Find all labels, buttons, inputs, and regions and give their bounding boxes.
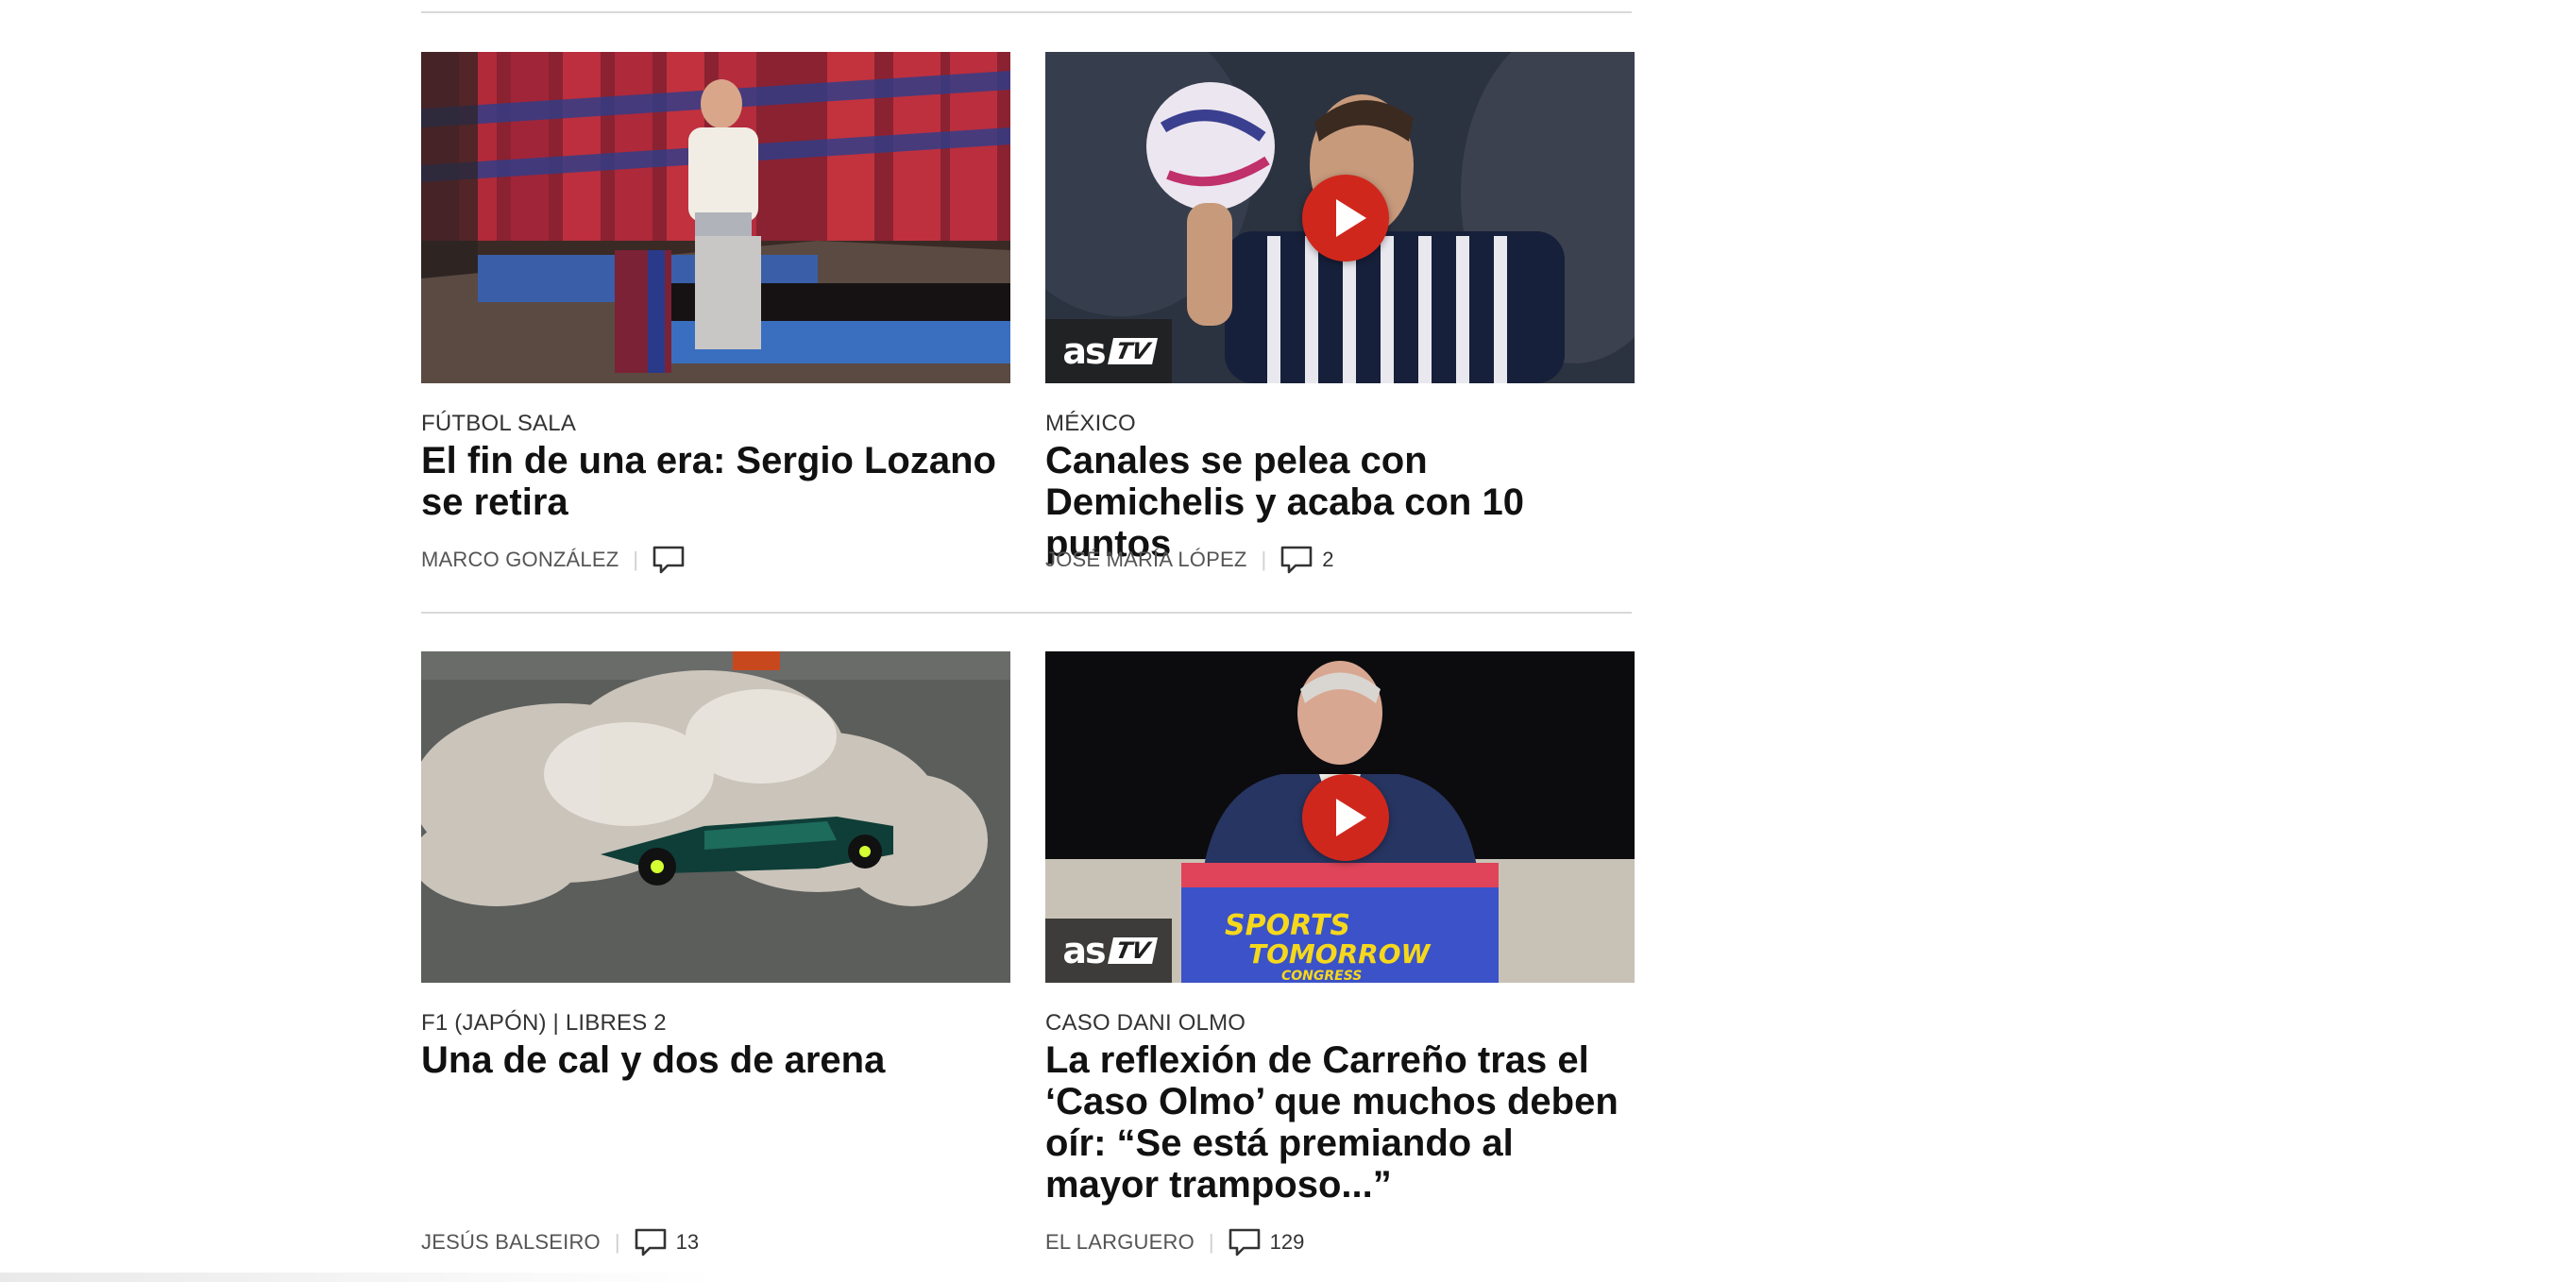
article-image-sergio-lozano[interactable]	[421, 52, 1010, 383]
meta-separator: |	[1261, 548, 1267, 571]
article-author[interactable]: EL LARGUERO	[1045, 1230, 1195, 1255]
congress-banner-line2: TOMORROW	[1248, 938, 1431, 970]
section-divider-middle	[421, 612, 1632, 614]
article-kicker[interactable]: FÚTBOL SALA	[421, 411, 1010, 436]
play-icon[interactable]	[1302, 175, 1389, 261]
congress-banner-line1: SPORTS	[1225, 909, 1350, 942]
as-tv-logo-tv: TV	[1107, 936, 1158, 965]
comment-bubble-icon	[652, 546, 685, 574]
comment-count: 2	[1322, 548, 1334, 571]
article-video-canales[interactable]: as TV	[1045, 52, 1635, 383]
comments-link[interactable]: 129	[1229, 1228, 1305, 1257]
comments-link[interactable]	[652, 546, 694, 574]
article-author[interactable]: MARCO GONZÁLEZ	[421, 548, 619, 572]
as-tv-logo-tv: TV	[1107, 337, 1158, 365]
article-kicker[interactable]: CASO DANI OLMO	[1045, 1010, 1635, 1036]
congress-banner-line3: CONGRESS	[1281, 969, 1362, 983]
article-card-caso-olmo: SPORTS TOMORROW CONGRESS as TV CASO DANI…	[1045, 651, 1635, 1257]
meta-separator: |	[633, 548, 639, 571]
comments-link[interactable]: 13	[635, 1228, 699, 1257]
article-card-sergio-lozano: FÚTBOL SALA El fin de una era: Sergio Lo…	[421, 52, 1010, 574]
article-headline[interactable]: Una de cal y dos de arena	[421, 1039, 1010, 1081]
article-meta: EL LARGUERO | 129	[1045, 1228, 1304, 1257]
comment-bubble-icon	[1280, 546, 1313, 574]
comment-bubble-icon	[635, 1228, 666, 1257]
article-video-caso-olmo[interactable]: SPORTS TOMORROW CONGRESS as TV	[1045, 651, 1635, 983]
article-card-f1-japon: F1 (JAPÓN) | LIBRES 2 Una de cal y dos d…	[421, 651, 1010, 1257]
article-author[interactable]: JESÚS BALSEIRO	[421, 1230, 601, 1255]
article-image-f1-japon[interactable]	[421, 651, 1010, 983]
as-tv-logo: as TV	[1045, 319, 1172, 383]
article-kicker[interactable]: MÉXICO	[1045, 411, 1635, 436]
meta-separator: |	[614, 1230, 620, 1254]
section-divider-top	[421, 11, 1632, 13]
play-icon[interactable]	[1302, 774, 1389, 861]
comment-count: 129	[1269, 1230, 1305, 1254]
article-author[interactable]: JOSÉ MARÍA LÓPEZ	[1045, 548, 1246, 572]
article-headline[interactable]: La reflexión de Carreño tras el ‘Caso Ol…	[1045, 1039, 1635, 1206]
bottom-edge-shadow	[0, 1273, 718, 1282]
comments-link[interactable]: 2	[1280, 546, 1333, 574]
article-meta: MARCO GONZÁLEZ |	[421, 546, 694, 574]
locker-room-photo	[421, 52, 1010, 383]
as-tv-logo-as: as	[1062, 930, 1106, 971]
article-meta: JOSÉ MARÍA LÓPEZ | 2	[1045, 546, 1333, 574]
article-headline[interactable]: El fin de una era: Sergio Lozano se reti…	[421, 440, 1010, 523]
f1-car-dust-photo	[421, 651, 1010, 983]
as-tv-logo: as TV	[1045, 919, 1172, 983]
as-tv-logo-as: as	[1062, 330, 1106, 372]
article-meta: JESÚS BALSEIRO | 13	[421, 1228, 699, 1257]
meta-separator: |	[1208, 1230, 1214, 1254]
comment-bubble-icon	[1229, 1228, 1260, 1257]
article-card-canales: as TV MÉXICO Canales se pelea con Demich…	[1045, 52, 1635, 574]
article-kicker[interactable]: F1 (JAPÓN) | LIBRES 2	[421, 1010, 1010, 1036]
comment-count: 13	[675, 1230, 700, 1254]
